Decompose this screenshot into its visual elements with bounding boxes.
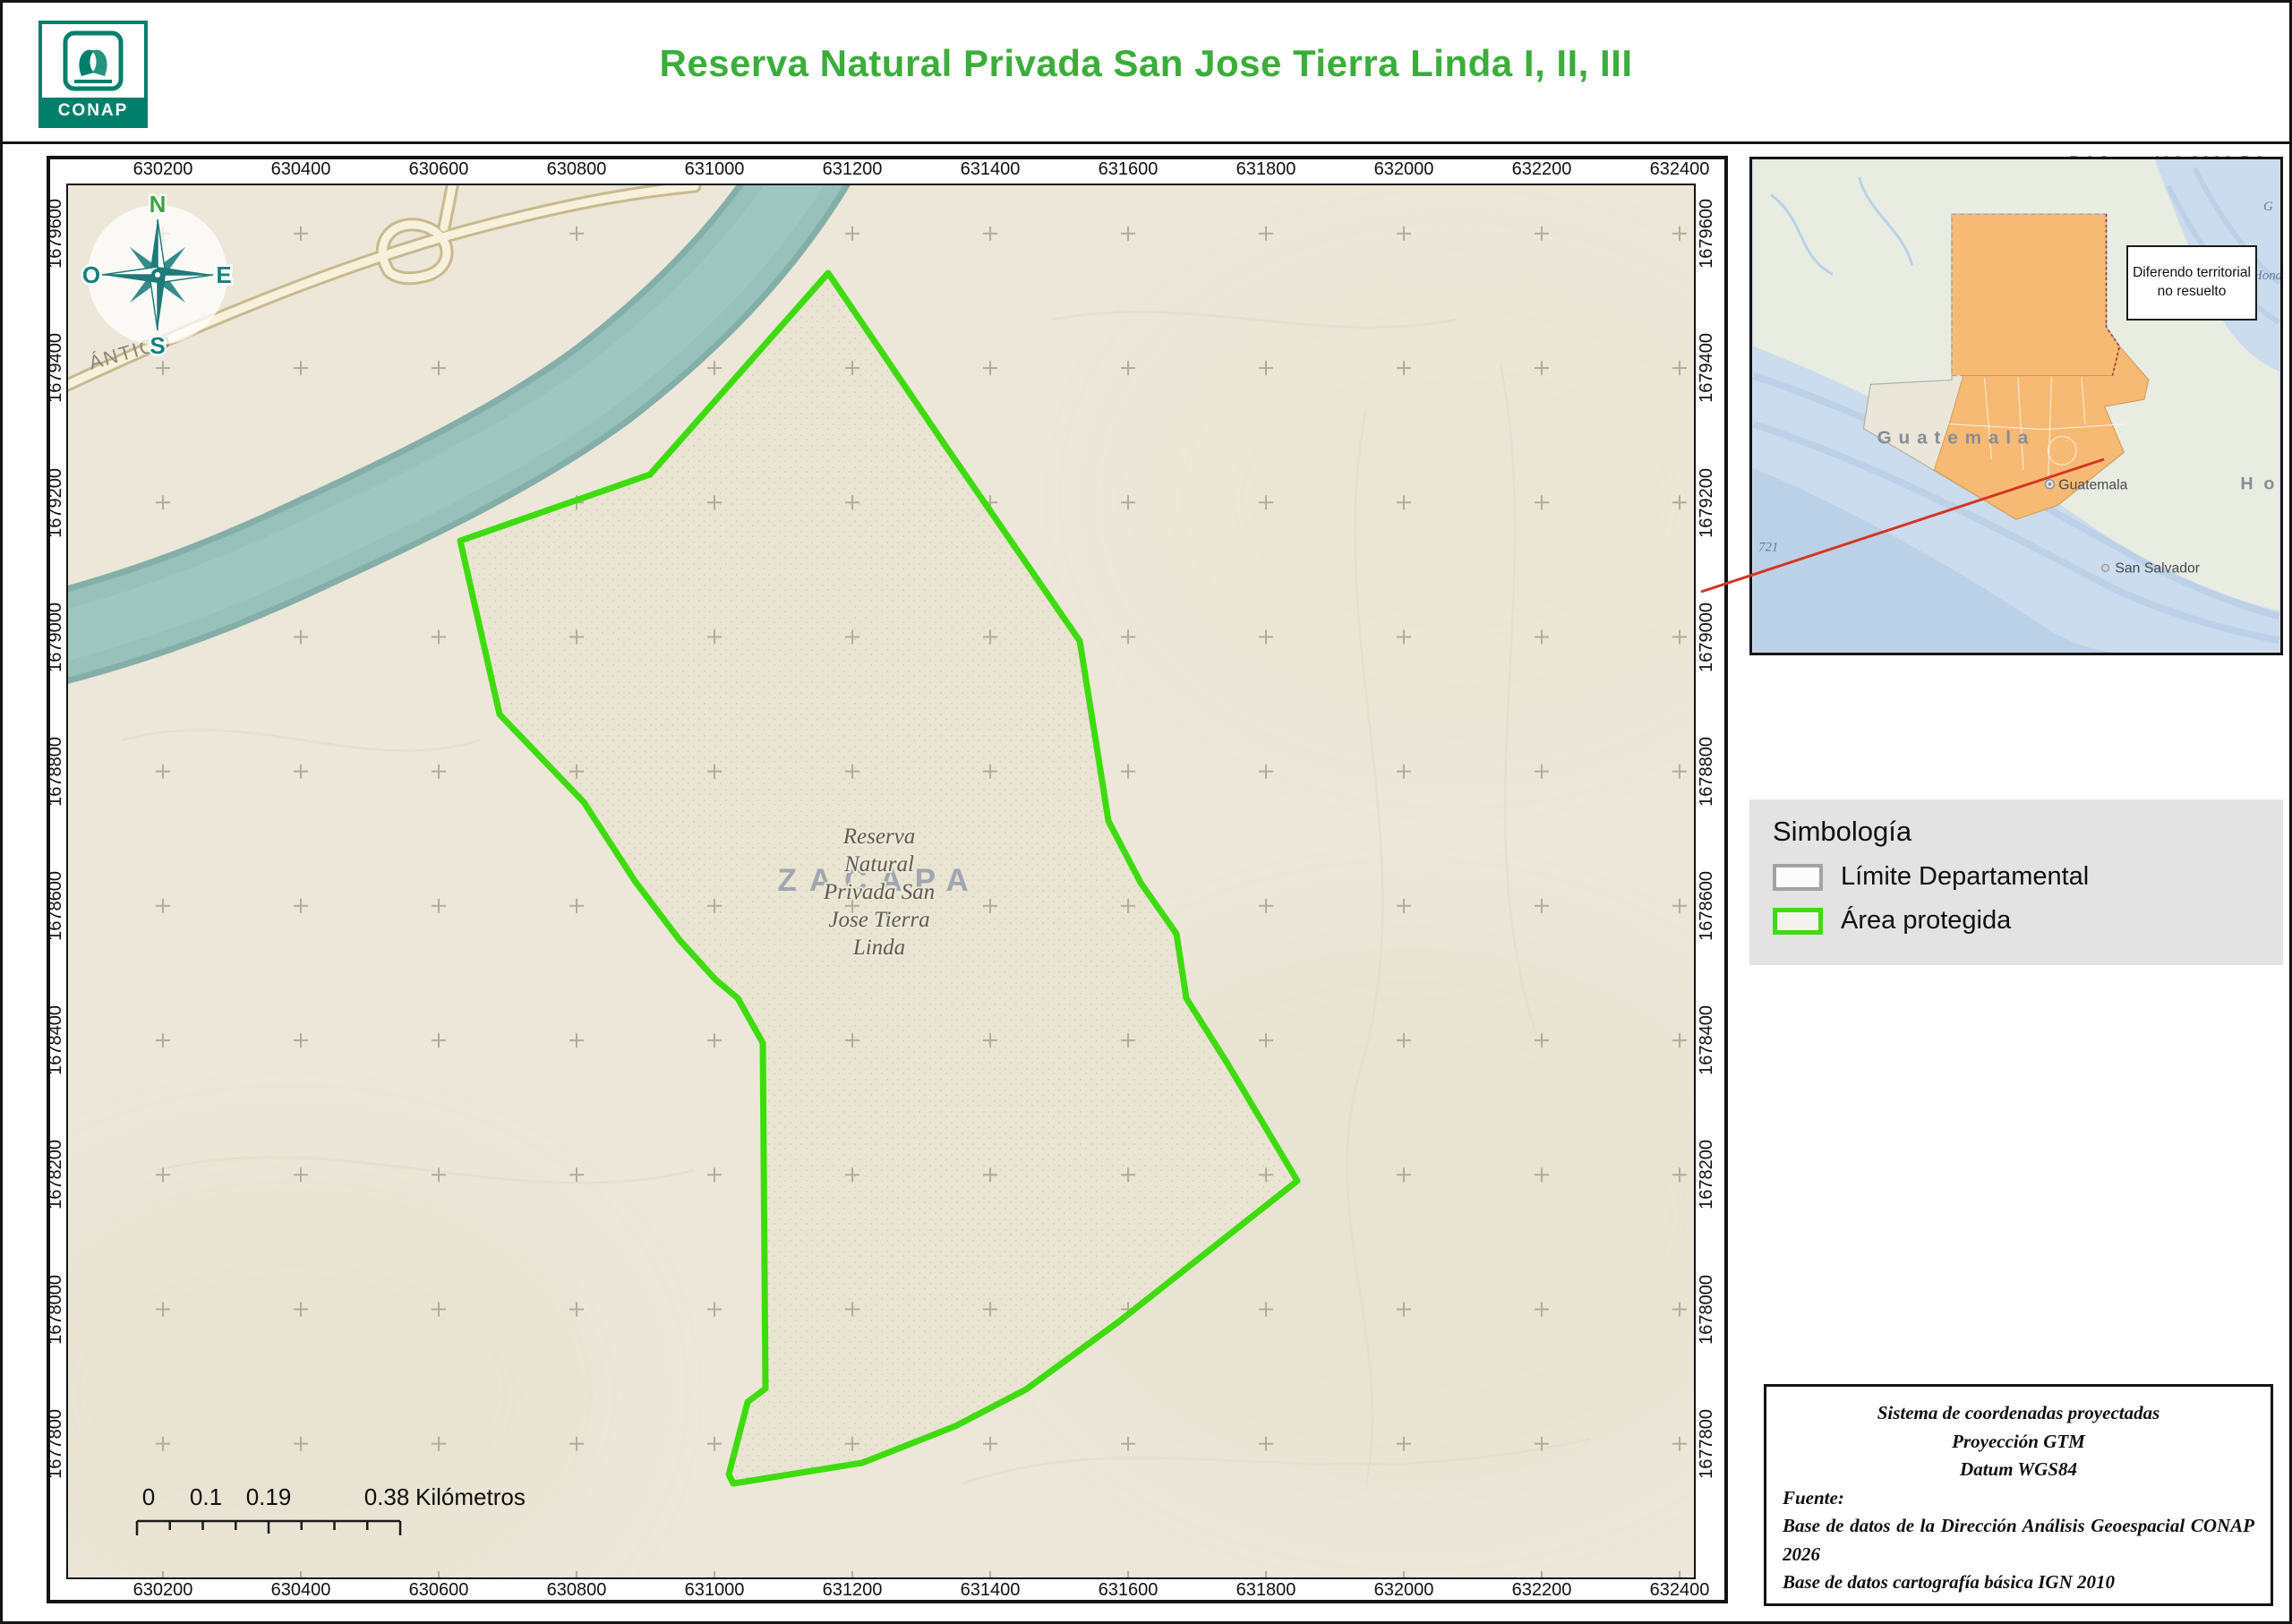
compass-north-label: N (150, 191, 167, 218)
grid-label: 632000 (1335, 1580, 1473, 1602)
grid-label: 631600 (1059, 159, 1197, 181)
grid-label: 1679200 (44, 435, 67, 569)
grid-label: 630400 (232, 159, 370, 181)
legend-label: Límite Departamental (1841, 862, 2089, 892)
legend-panel: Simbología Límite Departamental Área pro… (1749, 799, 2283, 965)
grid-label: 630400 (232, 1580, 370, 1602)
grid-label: 1679000 (44, 570, 67, 705)
source-line-conap: Base de datos de la Dirección Análisis G… (1783, 1512, 2254, 1568)
departmental-limit-swatch (1773, 864, 1823, 891)
scale-tick-0: 0 (142, 1483, 155, 1510)
grid-label: 631000 (646, 1580, 783, 1602)
grid-label: 1678200 (1695, 1107, 1718, 1242)
grid-label: 630200 (94, 159, 232, 181)
scale-tick-3: 0.38 (364, 1483, 410, 1510)
datum-line: Datum WGS84 (1783, 1456, 2254, 1484)
svg-text:Privada San: Privada San (823, 880, 935, 904)
grid-label: 631800 (1197, 1580, 1335, 1602)
grid-label: 1678200 (44, 1107, 67, 1242)
grid-label: 630800 (508, 159, 646, 181)
grid-label: 1679600 (1695, 167, 1718, 301)
grid-label: 631400 (921, 1580, 1059, 1602)
source-heading: Fuente: (1783, 1484, 2254, 1513)
grid-label: 1678800 (1695, 705, 1718, 839)
country-label: Guatemala (1877, 427, 2036, 448)
san-salvador-label: San Salvador (2115, 560, 2200, 576)
grid-label: 1679600 (44, 167, 67, 301)
grid-label: 631000 (646, 159, 783, 181)
grid-label: 631800 (1197, 159, 1335, 181)
grid-labels-left: 1679600167940016792001679000167880016786… (44, 167, 67, 1511)
grid-label: 1679000 (1695, 570, 1718, 705)
grid-label: 632200 (1473, 1580, 1611, 1602)
source-line-ign: Base de datos cartografía básica IGN 201… (1783, 1568, 2254, 1597)
compass-west-label: O (82, 261, 100, 288)
source-info-box: Sistema de coordenadas proyectadas Proye… (1764, 1384, 2273, 1606)
peten-highlight (1952, 214, 2119, 375)
grid-label: 631600 (1059, 1580, 1197, 1602)
grid-labels-right: 1679600167940016792001679000167880016786… (1695, 167, 1718, 1511)
grid-label: 1679400 (44, 301, 67, 435)
grid-label: 1678600 (1695, 839, 1718, 973)
grid-label: 631200 (783, 159, 921, 181)
grid-label: 1679400 (1695, 301, 1718, 435)
grid-label: 632400 (1611, 1580, 1749, 1602)
grid-label: 1677800 (1695, 1377, 1718, 1511)
grid-label: 1678400 (44, 973, 67, 1107)
depth-label: 721 (1758, 541, 1778, 555)
legend-label: Área protegida (1841, 906, 2011, 936)
territorial-note: Diferendo territorial no resuelto (2126, 245, 2257, 321)
compass-east-label: E (216, 261, 231, 288)
crs-line: Sistema de coordenadas proyectadas (1783, 1399, 2254, 1428)
grid-label: 1678000 (44, 1243, 67, 1377)
projection-line: Proyección GTM (1783, 1428, 2254, 1457)
grid-label: 1679200 (1695, 435, 1718, 569)
page-title: Reserva Natural Privada San Jose Tierra … (289, 42, 2003, 85)
svg-text:Jose Tierra: Jose Tierra (828, 908, 929, 932)
grid-label: 630200 (94, 1580, 232, 1602)
honduras-label: Ho (2240, 474, 2280, 494)
grid-label: 630600 (370, 159, 508, 181)
scale-tick-1: 0.1 (190, 1483, 222, 1510)
svg-text:Linda: Linda (852, 936, 905, 960)
map-sheet: CONAP Reserva Natural Privada San Jose T… (0, 0, 2292, 1624)
grid-label: 1678000 (1695, 1243, 1718, 1377)
grid-labels-bottom: 6302006304006306006308006310006312006314… (94, 1580, 1749, 1602)
protected-area-swatch (1773, 908, 1823, 935)
legend-title: Simbología (1773, 816, 2260, 848)
capital-city-label: Guatemala (2058, 478, 2127, 493)
conap-logo-label: CONAP (42, 98, 144, 124)
grid-label: 632400 (1611, 159, 1749, 181)
grid-label: 631200 (783, 1580, 921, 1602)
legend-item-protected: Área protegida (1773, 906, 2260, 936)
grid-labels-top: 6302006304006306006308006310006312006314… (94, 159, 1749, 181)
header-divider (3, 141, 2289, 144)
scale-tick-2: 0.19 (246, 1483, 292, 1510)
conap-emblem-icon (42, 26, 144, 99)
gulf-label-fragment-1: G (2263, 200, 2273, 214)
legend-item-departmental: Límite Departamental (1773, 862, 2260, 892)
grid-label: 1678400 (1695, 973, 1718, 1107)
grid-label: 630800 (508, 1580, 646, 1602)
grid-label: 1678800 (44, 705, 67, 839)
map-canvas: ÁNTICO N E S O (66, 184, 1696, 1579)
compass-south-label: S (150, 332, 165, 359)
inset-map: Guatemala Guatemala San Salvador Ho 721 … (1749, 157, 2283, 655)
grid-label: 632000 (1335, 159, 1473, 181)
conap-logo: CONAP (38, 21, 148, 128)
grid-label: 1677800 (44, 1377, 67, 1511)
grid-label: 631400 (921, 159, 1059, 181)
svg-text:Natural: Natural (843, 852, 914, 876)
scale-unit: Kilómetros (415, 1483, 526, 1510)
svg-text:Reserva: Reserva (842, 825, 916, 849)
grid-label: 1678600 (44, 839, 67, 973)
grid-label: 632200 (1473, 159, 1611, 181)
grid-label: 630600 (370, 1580, 508, 1602)
